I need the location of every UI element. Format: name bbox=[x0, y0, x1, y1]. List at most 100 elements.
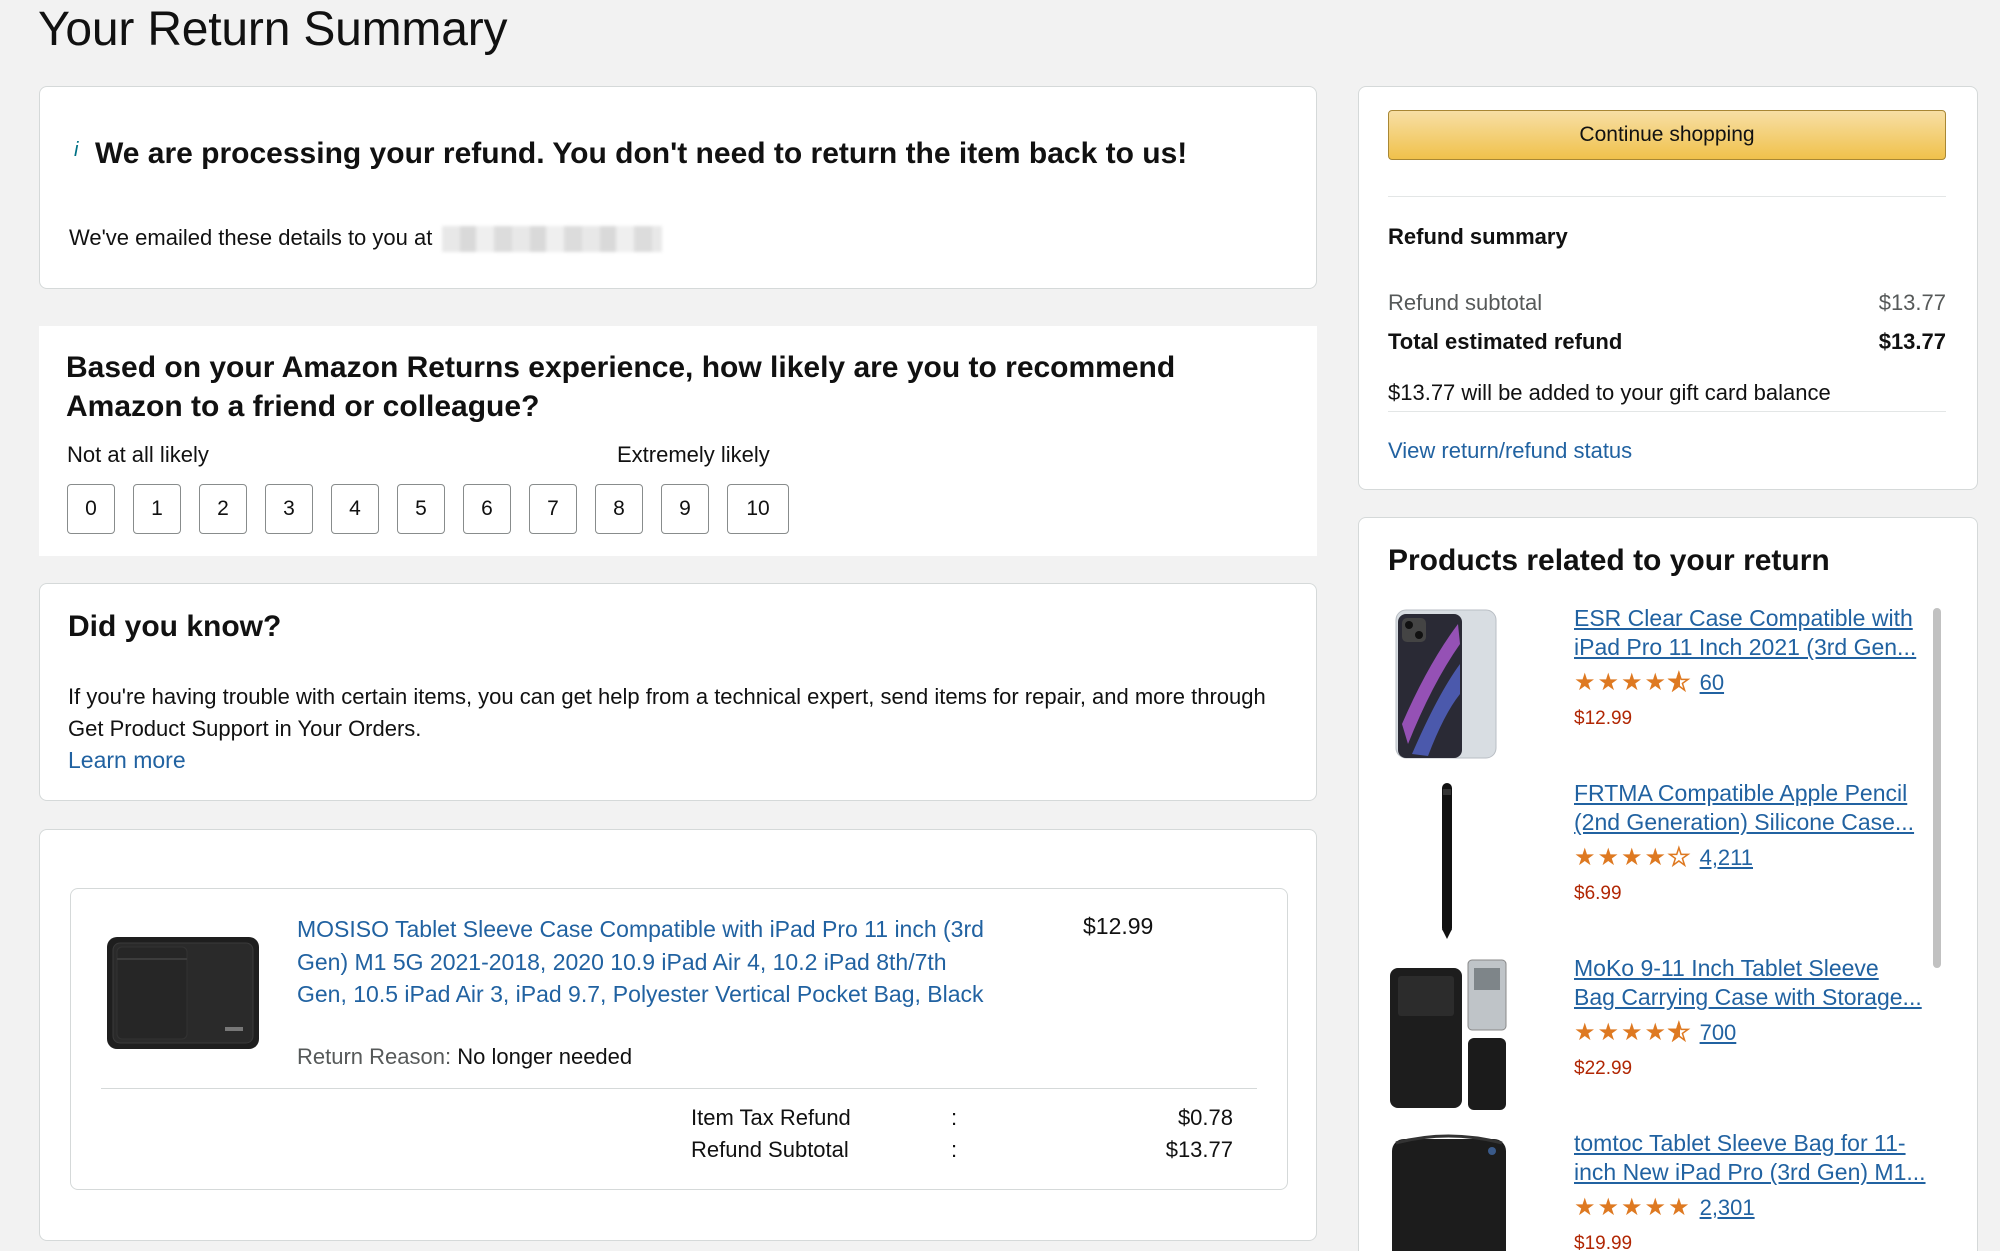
related-products-title: Products related to your return bbox=[1388, 544, 1830, 577]
refund-divider-2 bbox=[1388, 411, 1946, 412]
related-product-2[interactable]: MoKo 9-11 Inch Tablet Sleeve Bag Carryin… bbox=[1388, 954, 1928, 1124]
related-product-title[interactable]: tomtoc Tablet Sleeve Bag for 11-inch New… bbox=[1574, 1129, 1926, 1187]
refund-total-row: Total estimated refund $13.77 bbox=[1388, 329, 1946, 355]
item-title-link[interactable]: MOSISO Tablet Sleeve Case Compatible wit… bbox=[297, 913, 997, 1011]
score-button-3[interactable]: 3 bbox=[265, 484, 313, 534]
nps-survey-card: Based on your Amazon Returns experience,… bbox=[39, 326, 1317, 556]
related-product-title[interactable]: FRTMA Compatible Apple Pencil (2nd Gener… bbox=[1574, 779, 1926, 837]
related-products-card: Products related to your return ESR Clea… bbox=[1358, 517, 1978, 1251]
item-divider bbox=[101, 1088, 1257, 1089]
star-icon: ★ bbox=[1574, 669, 1596, 696]
score-button-8[interactable]: 8 bbox=[595, 484, 643, 534]
scale-low-label: Not at all likely bbox=[67, 442, 209, 467]
return-reason-label: Return Reason: bbox=[297, 1044, 452, 1069]
score-button-9[interactable]: 9 bbox=[661, 484, 709, 534]
rating-stars: ★ ★ ★ ★ ★ 700 bbox=[1574, 1019, 1737, 1047]
star-icon: ★ bbox=[1644, 1194, 1667, 1221]
star-icon: ★ bbox=[1644, 844, 1667, 871]
score-button-row: 0 1 2 3 4 5 6 7 8 9 10 bbox=[67, 484, 789, 534]
refund-subtotal-value: $13.77 bbox=[1878, 290, 1946, 315]
star-icon: ★ bbox=[1597, 1019, 1620, 1046]
rating-stars: ★ ★ ★ ★ ★ 4,211 bbox=[1574, 844, 1753, 872]
learn-more-link[interactable]: Learn more bbox=[68, 747, 186, 774]
item-detail-box: MOSISO Tablet Sleeve Case Compatible wit… bbox=[70, 888, 1288, 1190]
gift-card-note: $13.77 will be added to your gift card b… bbox=[1388, 380, 1831, 405]
refund-summary-card: Continue shopping Refund summary Refund … bbox=[1358, 86, 1978, 490]
item-price: $12.99 bbox=[1083, 913, 1154, 939]
survey-question: Based on your Amazon Returns experience,… bbox=[66, 351, 1176, 423]
rating-stars: ★ ★ ★ ★ ★ 60 bbox=[1574, 669, 1724, 697]
pencil-case-image[interactable] bbox=[1388, 779, 1508, 939]
info-icon: i bbox=[74, 139, 79, 161]
related-scrollbar-thumb[interactable] bbox=[1933, 608, 1941, 968]
related-product-price: $6.99 bbox=[1574, 883, 1622, 904]
star-icon: ★ bbox=[1574, 1194, 1596, 1221]
score-button-5[interactable]: 5 bbox=[397, 484, 445, 534]
item-subtotal-label: Refund Subtotal bbox=[691, 1137, 849, 1162]
star-icon: ★ bbox=[1621, 1194, 1643, 1221]
item-tax-colon: : bbox=[951, 1105, 958, 1130]
related-product-price: $22.99 bbox=[1574, 1058, 1633, 1079]
return-reason: Return Reason: No longer needed bbox=[297, 1044, 632, 1070]
item-tax-row: Item Tax Refund : $0.78 bbox=[691, 1105, 1233, 1131]
return-reason-value: No longer needed bbox=[457, 1044, 633, 1069]
tablet-case-image[interactable] bbox=[1388, 604, 1508, 764]
did-you-know-text: If you're having trouble with certain it… bbox=[68, 684, 1266, 741]
score-button-10[interactable]: 10 bbox=[727, 484, 789, 534]
score-button-7[interactable]: 7 bbox=[529, 484, 577, 534]
star-icon: ★ bbox=[1597, 844, 1620, 871]
did-you-know-card: Did you know? If you're having trouble w… bbox=[39, 583, 1317, 801]
item-subtotal-value: $13.77 bbox=[1165, 1137, 1233, 1162]
related-product-3[interactable]: tomtoc Tablet Sleeve Bag for 11-inch New… bbox=[1388, 1129, 1928, 1251]
star-icon: ★ bbox=[1597, 1194, 1620, 1221]
item-subtotal-row: Refund Subtotal : $13.77 bbox=[691, 1137, 1233, 1163]
star-icon: ★ bbox=[1621, 1019, 1643, 1046]
score-button-4[interactable]: 4 bbox=[331, 484, 379, 534]
refund-total-value: $13.77 bbox=[1878, 329, 1946, 354]
refund-divider bbox=[1388, 196, 1946, 197]
score-button-0[interactable]: 0 bbox=[67, 484, 115, 534]
star-icon: ★ bbox=[1644, 669, 1667, 696]
rating-stars: ★ ★ ★ ★ ★ 2,301 bbox=[1574, 1195, 1755, 1221]
refund-summary-title: Refund summary bbox=[1388, 224, 1568, 249]
view-refund-status-link[interactable]: View return/refund status bbox=[1388, 438, 1632, 464]
item-subtotal-colon: : bbox=[951, 1137, 958, 1162]
refund-total-label: Total estimated refund bbox=[1388, 329, 1623, 354]
rating-count-link[interactable]: 4,211 bbox=[1700, 845, 1753, 871]
related-product-0[interactable]: ESR Clear Case Compatible with iPad Pro … bbox=[1388, 604, 1928, 774]
tablet-bag-image[interactable] bbox=[1388, 1129, 1508, 1251]
star-icon: ★ bbox=[1644, 1019, 1667, 1046]
related-product-1[interactable]: FRTMA Compatible Apple Pencil (2nd Gener… bbox=[1388, 779, 1928, 949]
page-title: Your Return Summary bbox=[38, 3, 508, 56]
star-icon: ★ bbox=[1621, 669, 1643, 696]
star-icon: ★ bbox=[1668, 1194, 1690, 1221]
rating-count-link[interactable]: 2,301 bbox=[1700, 1195, 1755, 1221]
tablet-sleeve-product-image[interactable] bbox=[105, 935, 261, 1051]
item-tax-label: Item Tax Refund bbox=[691, 1105, 851, 1130]
tablet-sleeve-image[interactable] bbox=[1388, 954, 1508, 1114]
star-icon: ★ bbox=[1621, 844, 1643, 871]
redacted-email bbox=[442, 226, 663, 253]
rating-count-link[interactable]: 60 bbox=[1700, 670, 1724, 696]
processing-heading: We are processing your refund. You don't… bbox=[95, 137, 1188, 170]
related-product-price: $19.99 bbox=[1574, 1233, 1633, 1251]
returned-item-card: MOSISO Tablet Sleeve Case Compatible wit… bbox=[39, 829, 1317, 1241]
refund-subtotal-row: Refund subtotal $13.77 bbox=[1388, 290, 1946, 316]
email-line: We've emailed these details to you at bbox=[69, 225, 663, 253]
rating-count-link[interactable]: 700 bbox=[1700, 1020, 1737, 1046]
empty-star-icon: ★ bbox=[1667, 844, 1690, 872]
refund-processing-card: i We are processing your refund. You don… bbox=[39, 86, 1317, 289]
refund-subtotal-label: Refund subtotal bbox=[1388, 290, 1543, 315]
score-button-2[interactable]: 2 bbox=[199, 484, 247, 534]
score-button-1[interactable]: 1 bbox=[133, 484, 181, 534]
continue-shopping-button[interactable]: Continue shopping bbox=[1388, 110, 1946, 160]
scale-high-label: Extremely likely bbox=[617, 442, 770, 467]
half-star-icon: ★ bbox=[1667, 1019, 1690, 1047]
score-button-6[interactable]: 6 bbox=[463, 484, 511, 534]
did-you-know-title: Did you know? bbox=[68, 610, 282, 643]
email-prefix: We've emailed these details to you at bbox=[69, 225, 433, 250]
related-product-title[interactable]: ESR Clear Case Compatible with iPad Pro … bbox=[1574, 604, 1926, 662]
star-icon: ★ bbox=[1574, 844, 1596, 871]
related-product-title[interactable]: MoKo 9-11 Inch Tablet Sleeve Bag Carryin… bbox=[1574, 954, 1926, 1012]
related-product-price: $12.99 bbox=[1574, 708, 1633, 729]
